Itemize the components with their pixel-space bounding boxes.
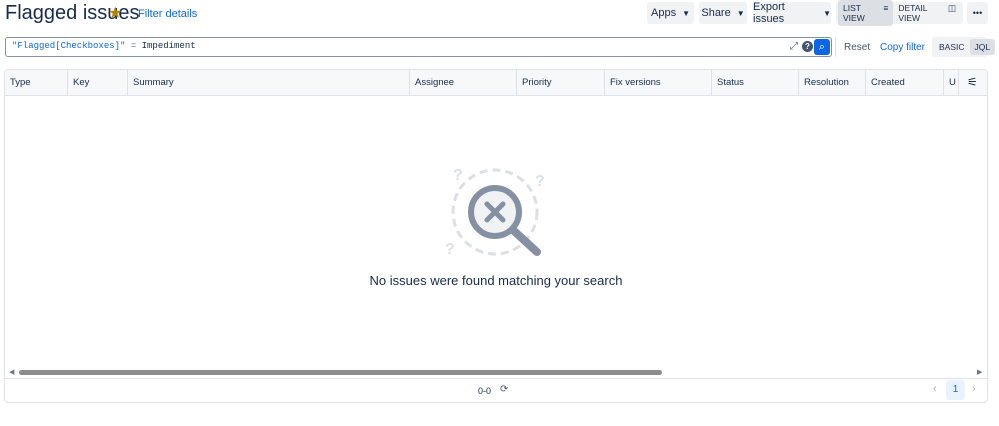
jql-input[interactable]: "Flagged[Checkboxes]" = Impediment xyxy=(5,37,832,57)
search-button[interactable]: ⌕ xyxy=(814,39,830,55)
list-icon: ≡ xyxy=(883,3,889,13)
jql-value: Impediment xyxy=(141,41,196,51)
column-summary[interactable]: Summary xyxy=(128,70,410,95)
column-assignee[interactable]: Assignee xyxy=(410,70,517,95)
column-fix-versions[interactable]: Fix versions xyxy=(605,70,712,95)
next-page-icon[interactable]: › xyxy=(972,383,976,395)
scroll-right-icon[interactable]: ▶ xyxy=(977,368,982,376)
detail-view-label: DETAIL VIEW xyxy=(898,3,928,23)
results-range: 0-0 xyxy=(478,386,492,396)
refresh-icon[interactable]: ⟳ xyxy=(500,384,508,395)
basic-mode-button[interactable]: BASIC xyxy=(934,39,970,55)
empty-message: No issues were found matching your searc… xyxy=(369,273,623,288)
svg-text:?: ? xyxy=(453,167,463,184)
horizontal-scrollbar[interactable] xyxy=(19,370,662,375)
jql-operator: = xyxy=(125,41,142,51)
chevron-down-icon: ▼ xyxy=(682,8,690,18)
share-label: Share xyxy=(701,7,731,19)
chevron-down-icon: ▼ xyxy=(823,8,831,18)
copy-filter-button[interactable]: Copy filter xyxy=(880,42,925,53)
divider xyxy=(835,37,836,57)
apps-button[interactable]: Apps ▼ xyxy=(647,2,694,24)
column-resolution[interactable]: Resolution xyxy=(799,70,866,95)
share-button[interactable]: Share ▼ xyxy=(699,2,747,24)
svg-text:?: ? xyxy=(445,241,455,258)
column-settings-icon[interactable]: ⚟ xyxy=(959,70,987,95)
no-results-illustration: ? ? ? xyxy=(445,167,545,258)
apps-label: Apps xyxy=(651,7,677,19)
column-status[interactable]: Status xyxy=(712,70,799,95)
table-header: Type Key Summary Assignee Priority Fix v… xyxy=(5,70,987,96)
jql-mode-button[interactable]: JQL xyxy=(969,39,996,55)
page-1-button[interactable]: 1 xyxy=(946,380,965,400)
detail-view-button[interactable]: DETAIL VIEW ◫ xyxy=(893,0,961,26)
divider xyxy=(5,378,987,379)
jql-field: "Flagged[Checkboxes]" xyxy=(12,41,126,51)
chevron-down-icon: ▼ xyxy=(736,8,745,18)
scroll-left-icon[interactable]: ◀ xyxy=(9,368,14,376)
export-label: Export issues xyxy=(753,1,785,25)
search-mode-toggle: BASIC JQL xyxy=(932,37,996,57)
expand-icon[interactable]: ⤢ xyxy=(790,41,798,52)
column-key[interactable]: Key xyxy=(68,70,128,95)
star-icon[interactable]: ★ xyxy=(108,3,122,23)
help-icon[interactable]: ? xyxy=(802,41,813,52)
column-type[interactable]: Type xyxy=(5,70,68,95)
view-toggle: LIST VIEW ≡ DETAIL VIEW ◫ xyxy=(836,0,963,26)
issues-table: Type Key Summary Assignee Priority Fix v… xyxy=(4,69,988,403)
column-created[interactable]: Created xyxy=(866,70,944,95)
column-priority[interactable]: Priority xyxy=(517,70,605,95)
svg-text:?: ? xyxy=(535,173,545,190)
detail-icon: ◫ xyxy=(947,3,956,13)
list-view-label: LIST VIEW xyxy=(843,3,865,23)
more-button[interactable]: ••• xyxy=(967,2,988,24)
list-view-button[interactable]: LIST VIEW ≡ xyxy=(838,0,894,26)
column-updated[interactable]: U xyxy=(944,70,959,95)
reset-button[interactable]: Reset xyxy=(844,42,870,53)
prev-page-icon[interactable]: ‹ xyxy=(933,383,937,395)
filter-details-link[interactable]: Filter details xyxy=(138,8,197,20)
search-icon: ⌕ xyxy=(818,41,826,53)
export-issues-button[interactable]: Export issues ▼ xyxy=(753,1,831,25)
